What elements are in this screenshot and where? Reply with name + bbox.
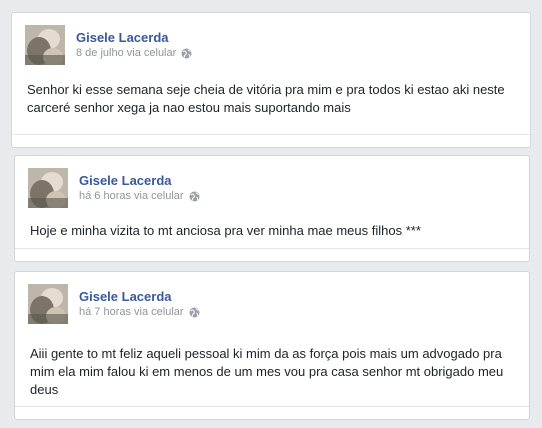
post-card: Gisele Lacerda 8 de julho via celular Se… <box>11 12 531 148</box>
post-meta: há 7 horas via celular <box>79 306 200 318</box>
post-timestamp-link[interactable]: há 6 horas via celular <box>79 190 184 202</box>
avatar[interactable] <box>28 284 68 324</box>
author-name-link[interactable]: Gisele Lacerda <box>76 30 169 45</box>
post-text: Hoje e minha vizita to mt anciosa pra ve… <box>30 223 421 238</box>
post-actions-divider <box>15 406 529 419</box>
author-name-link[interactable]: Gisele Lacerda <box>79 173 172 188</box>
globe-icon[interactable] <box>189 307 200 318</box>
author-name-link[interactable]: Gisele Lacerda <box>79 289 172 304</box>
post-meta: há 6 horas via celular <box>79 190 200 202</box>
post-text: Senhor ki esse semana seje cheia de vitó… <box>27 82 505 115</box>
post-timestamp-link[interactable]: 8 de julho via celular <box>76 47 176 59</box>
post-actions-divider <box>15 248 529 261</box>
post-text: Aiii gente to mt feliz aqueli pessoal ki… <box>30 346 504 397</box>
avatar[interactable] <box>28 168 68 208</box>
post-actions-divider <box>12 134 530 147</box>
post-timestamp-link[interactable]: há 7 horas via celular <box>79 306 184 318</box>
globe-icon[interactable] <box>189 191 200 202</box>
post-card: Gisele Lacerda há 6 horas via celular Ho… <box>14 155 530 262</box>
globe-icon[interactable] <box>181 48 192 59</box>
post-card: Gisele Lacerda há 7 horas via celular Ai… <box>14 271 530 420</box>
post-meta: 8 de julho via celular <box>76 47 192 59</box>
avatar[interactable] <box>25 25 65 65</box>
